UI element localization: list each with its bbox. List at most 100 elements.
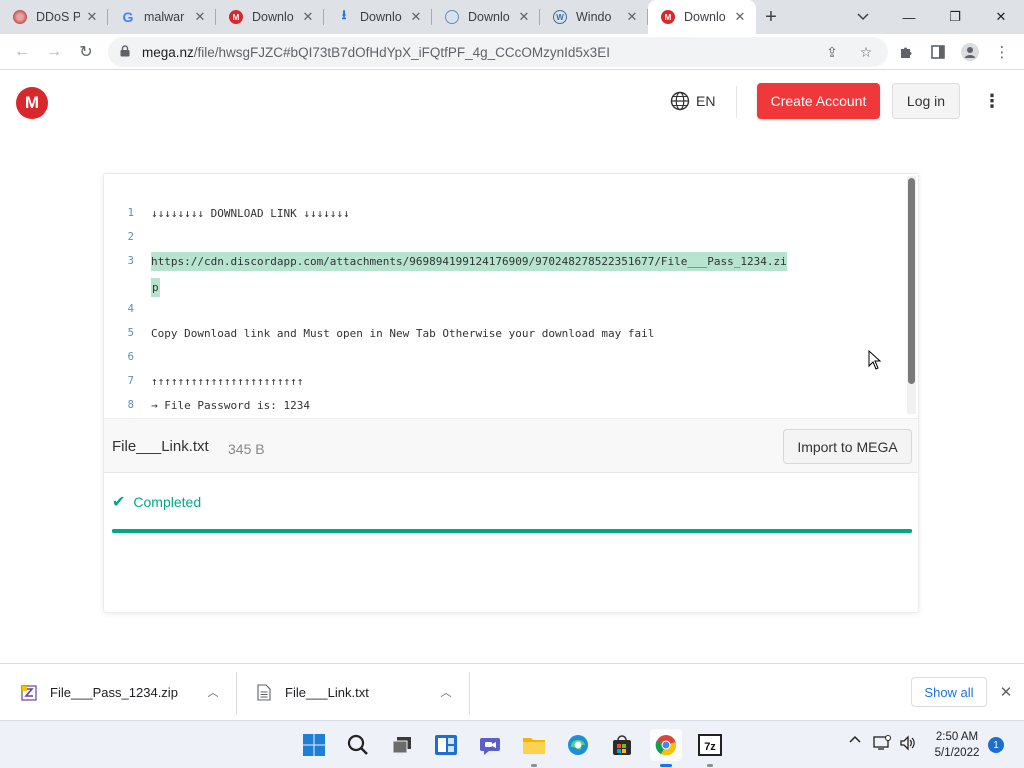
profile-avatar-icon[interactable] [954,36,986,68]
mega-logo[interactable]: M [16,87,48,119]
system-clock[interactable]: 2:50 AM 5/1/2022 [926,729,988,761]
text-preview[interactable]: 1 ↓↓↓↓↓↓↓↓ DOWNLOAD LINK ↓↓↓↓↓↓↓ 2 3 https… [104,174,918,418]
close-tab-icon[interactable]: ✕ [300,9,316,25]
close-shelf-icon[interactable]: ✕ [996,682,1016,702]
close-window-icon[interactable]: ✕ [978,0,1024,34]
language-selector[interactable]: EN [670,91,715,111]
download-status: ✔ Completed [112,492,201,512]
show-hidden-icons-chevron-icon[interactable] [846,735,864,743]
code-line: 1 ↓↓↓↓↓↓↓↓ DOWNLOAD LINK ↓↓↓↓↓↓↓ [104,203,350,223]
browser-tab[interactable]: ⭳ Downlo ✕ [324,0,432,34]
code-line: 6 [104,347,134,367]
globe-favicon-icon [444,9,460,25]
more-options-icon[interactable]: ⋮ [980,89,1004,113]
task-view-icon[interactable] [386,729,418,761]
close-tab-icon[interactable]: ✕ [732,9,748,25]
zip-file-icon [20,684,38,702]
file-name: File___Link.txt [112,438,209,455]
status-text: Completed [133,494,202,510]
login-button[interactable]: Log in [892,83,960,119]
code-line: 2 [104,227,134,247]
tab-search-chevron-icon[interactable] [846,0,880,34]
progress-fill [112,529,912,533]
download-options-chevron-icon[interactable]: ︿ [206,685,220,699]
tab-title: malwar [144,10,185,24]
file-info-bar: File___Link.txt 345 B Import to MEGA [104,418,918,473]
selected-link-text[interactable]: https://cdn.discordapp.com/attachments/9… [151,251,787,271]
back-arrow-icon[interactable]: ← [6,36,38,68]
chrome-icon[interactable] [650,729,682,767]
extensions-puzzle-icon[interactable] [890,36,922,68]
close-tab-icon[interactable]: ✕ [84,9,100,25]
forward-arrow-icon[interactable]: → [38,36,70,68]
browser-tab[interactable]: DDoS P ✕ [0,0,108,34]
search-icon[interactable] [342,729,374,761]
tab-title: Downlo [684,10,726,24]
side-panel-icon[interactable] [922,36,954,68]
new-tab-button[interactable]: + [756,0,786,34]
windows-taskbar: 7z 2:50 AM 5/1/2022 1 [0,720,1024,768]
url-host: mega.nz [142,44,194,60]
volume-icon[interactable] [898,735,918,751]
line-number: 2 [127,231,134,243]
microsoft-store-icon[interactable] [606,729,638,761]
tab-title: Windo [576,10,612,24]
svg-text:7z: 7z [704,741,716,753]
download-favicon-icon: ⭳ [341,7,347,22]
line-number: 6 [127,351,134,363]
tab-title: DDoS P [36,10,80,24]
code-line: 4 [104,299,134,319]
download-item[interactable]: File___Link.txt [255,664,369,721]
line-text: ↓↓↓↓↓↓↓↓ DOWNLOAD LINK ↓↓↓↓↓↓↓ [151,206,350,220]
line-text: Copy Download link and Must open in New … [151,326,655,340]
language-label: EN [696,93,716,109]
browser-tab-active[interactable]: M Downlo ✕ [648,0,756,34]
share-icon[interactable]: ⇪ [824,44,840,60]
download-progress-bar [112,529,912,533]
import-to-mega-button[interactable]: Import to MEGA [783,429,912,464]
wordpress-favicon-icon: W [552,9,568,25]
code-line: 3 https://cdn.discordapp.com/attachments/… [104,251,787,271]
mega-favicon-icon: M [660,9,676,25]
download-item[interactable]: File___Pass_1234.zip [20,664,178,721]
widgets-icon[interactable] [430,729,462,761]
globe-icon [670,91,690,111]
7zip-icon[interactable]: 7z [694,729,726,767]
google-favicon-icon: G [122,9,134,25]
clock-time: 2:50 AM [935,731,979,743]
browser-tab[interactable]: M Downlo ✕ [216,0,324,34]
line-text: → File Password is: 1234 [151,398,310,412]
reload-icon[interactable]: ↻ [70,36,102,68]
selected-link-text-wrap[interactable]: p [151,277,160,297]
close-tab-icon[interactable]: ✕ [624,9,640,25]
edge-browser-icon[interactable] [562,729,594,761]
header-divider [736,86,737,118]
network-icon[interactable] [872,735,892,751]
create-account-button[interactable]: Create Account [757,83,880,119]
start-windows-icon[interactable] [298,729,330,761]
address-bar[interactable]: mega.nz/file/hwsgFJZC#bQI73tB7dOfHdYpX_i… [108,37,888,67]
mega-favicon-icon: M [228,9,244,25]
show-all-downloads-button[interactable]: Show all [911,677,987,707]
preview-scrollbar-thumb[interactable] [908,178,915,384]
browser-menu-icon[interactable]: ⋮ [986,36,1018,68]
line-number: 4 [127,303,134,315]
minimize-icon[interactable]: — [886,0,932,34]
browser-tab[interactable]: Downlo ✕ [432,0,540,34]
close-tab-icon[interactable]: ✕ [516,9,532,25]
browser-tab[interactable]: G malwar ✕ [108,0,216,34]
bookmark-star-icon[interactable]: ☆ [858,44,874,60]
line-text: ↑↑↑↑↑↑↑↑↑↑↑↑↑↑↑↑↑↑↑↑↑↑↑ [151,374,304,388]
notification-badge[interactable]: 1 [988,737,1004,753]
mega-page: M EN Create Account Log in ⋮ 1 ↓↓↓↓↓↓↓↓ D… [0,70,1024,663]
line-number: 1 [127,207,134,219]
mouse-cursor-icon [868,350,882,370]
close-tab-icon[interactable]: ✕ [192,9,208,25]
file-explorer-icon[interactable] [518,729,550,767]
close-tab-icon[interactable]: ✕ [408,9,424,25]
chat-icon[interactable] [474,729,506,761]
browser-tab[interactable]: W Windo ✕ [540,0,648,34]
restore-icon[interactable]: ❐ [932,0,978,34]
lock-icon[interactable] [120,44,130,60]
download-options-chevron-icon[interactable]: ︿ [439,685,453,699]
